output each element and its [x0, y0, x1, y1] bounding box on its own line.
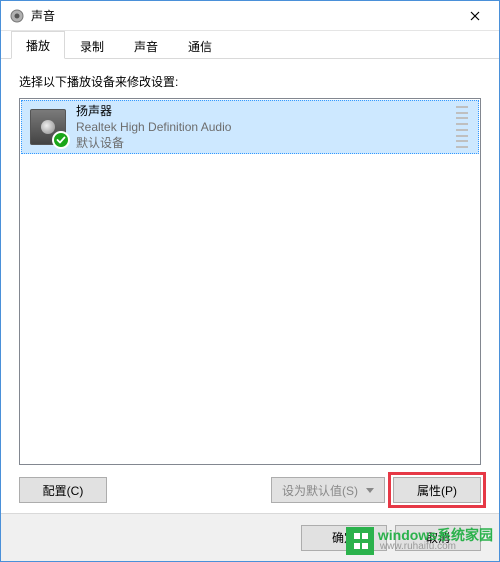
tab-communications[interactable]: 通信 — [173, 32, 227, 59]
tab-label: 声音 — [134, 40, 158, 54]
watermark-logo-icon — [346, 527, 374, 555]
default-check-icon — [52, 131, 70, 149]
device-status: 默认设备 — [76, 135, 456, 151]
button-label: 设为默认值(S) — [282, 482, 358, 499]
tab-label: 播放 — [26, 39, 50, 53]
button-label: 配置(C) — [43, 482, 84, 499]
device-driver: Realtek High Definition Audio — [76, 119, 456, 135]
properties-button[interactable]: 属性(P) — [393, 477, 481, 503]
button-label: 属性(P) — [417, 482, 457, 499]
watermark: windows系统家园 www.ruhaifu.com — [340, 525, 499, 557]
device-list[interactable]: 扬声器 Realtek High Definition Audio 默认设备 — [19, 98, 481, 465]
tab-playback[interactable]: 播放 — [11, 31, 65, 59]
titlebar: 声音 — [1, 1, 499, 31]
tab-strip: 播放 录制 声音 通信 — [1, 31, 499, 59]
device-texts: 扬声器 Realtek High Definition Audio 默认设备 — [76, 103, 456, 151]
device-item[interactable]: 扬声器 Realtek High Definition Audio 默认设备 — [21, 100, 479, 154]
sound-icon — [9, 8, 25, 24]
watermark-line2: www.ruhaifu.com — [380, 541, 493, 553]
configure-button[interactable]: 配置(C) — [19, 477, 107, 503]
sound-dialog: 声音 播放 录制 声音 通信 选择以下播放设备来修改设置: 扬声器 Realte… — [0, 0, 500, 562]
properties-highlight: 属性(P) — [393, 477, 481, 503]
device-icon-wrap — [30, 109, 66, 145]
device-name: 扬声器 — [76, 103, 456, 119]
watermark-text: windows系统家园 www.ruhaifu.com — [378, 529, 493, 553]
tab-label: 通信 — [188, 40, 212, 54]
tab-content: 选择以下播放设备来修改设置: 扬声器 Realtek High Definiti… — [1, 59, 499, 513]
window-title: 声音 — [31, 7, 452, 24]
instruction-text: 选择以下播放设备来修改设置: — [19, 73, 481, 90]
device-buttons: 配置(C) 设为默认值(S) 属性(P) — [19, 477, 481, 503]
tab-label: 录制 — [80, 40, 104, 54]
level-meter — [456, 106, 468, 148]
tab-sounds[interactable]: 声音 — [119, 32, 173, 59]
tab-recording[interactable]: 录制 — [65, 32, 119, 59]
watermark-line1: windows系统家园 — [378, 529, 493, 541]
set-default-button[interactable]: 设为默认值(S) — [271, 477, 385, 503]
close-button[interactable] — [452, 1, 497, 30]
